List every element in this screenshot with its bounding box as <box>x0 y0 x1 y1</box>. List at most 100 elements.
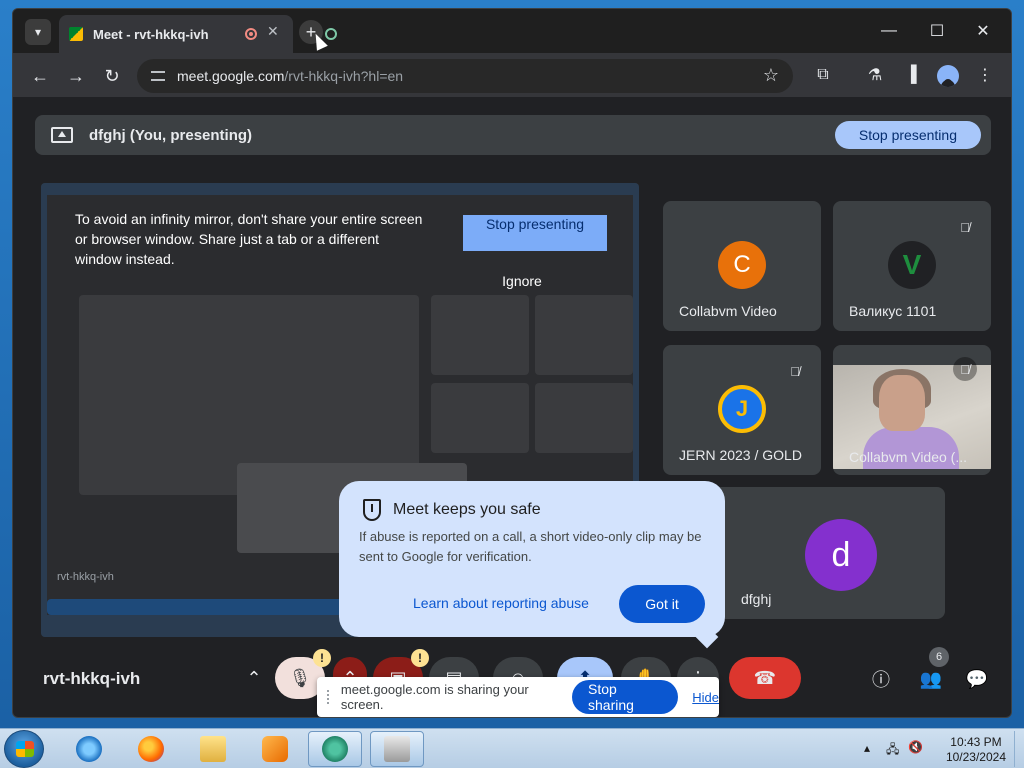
presenting-banner: dfghj (You, presenting) Stop presenting <box>35 115 991 155</box>
safety-popup-title: Meet keeps you safe <box>393 501 541 518</box>
people-icon[interactable]: 👥 <box>917 665 945 693</box>
tab-strip: ▾ Meet - rvt-hkkq-ivh ✕ + — ☐ ✕ <box>13 9 1011 53</box>
participant-name: dfghj <box>741 591 772 607</box>
url-path: /rvt-hkkq-ivh?hl=en <box>284 68 404 84</box>
presenter-label: dfghj (You, presenting) <box>89 126 253 144</box>
site-info-icon[interactable] <box>151 71 165 81</box>
infinity-mirror-warning: To avoid an infinity mirror, don't share… <box>75 211 423 267</box>
labs-flask-icon[interactable]: ⚗ <box>863 63 887 87</box>
forward-button[interactable]: → <box>63 63 89 89</box>
people-count-badge: 6 <box>929 647 949 667</box>
start-button[interactable] <box>4 730 44 768</box>
windows-taskbar: ▴ 🖧 🔇 10:43 PM 10/23/2024 <box>0 728 1024 768</box>
maximize-button[interactable]: ☐ <box>917 17 957 45</box>
leave-call-button[interactable]: ☎ <box>729 657 801 699</box>
taskbar-internet-explorer[interactable] <box>62 731 116 767</box>
bookmark-star-icon[interactable]: ☆ <box>763 65 779 86</box>
ghost-tile <box>431 295 529 375</box>
back-button[interactable]: ← <box>27 63 53 89</box>
tab-meet[interactable]: Meet - rvt-hkkq-ivh ✕ <box>59 15 293 53</box>
learn-reporting-link[interactable]: Learn about reporting abuse <box>413 595 589 611</box>
warning-icon: ! <box>313 649 331 667</box>
tray-expand-icon[interactable]: ▴ <box>864 741 870 755</box>
warning-icon: ! <box>411 649 429 667</box>
chat-icon[interactable]: 💬 <box>963 665 991 693</box>
close-window-button[interactable]: ✕ <box>963 17 1003 45</box>
browser-window: ▾ Meet - rvt-hkkq-ivh ✕ + — ☐ ✕ ← → ↻ me… <box>12 8 1012 718</box>
participant-tile[interactable]: C Collabvm Video <box>663 201 821 331</box>
safety-popup-body: If abuse is reported on a call, a short … <box>359 529 702 564</box>
recording-indicator-icon <box>245 28 257 40</box>
network-icon[interactable]: 🖧 <box>886 740 899 761</box>
taskbar-explorer[interactable] <box>186 731 240 767</box>
avatar: V <box>888 241 936 289</box>
hide-notification-link[interactable]: Hide <box>692 690 719 705</box>
taskbar-firefox[interactable] <box>124 731 178 767</box>
address-bar[interactable]: meet.google.com /rvt-hkkq-ivh?hl=en ☆ <box>137 59 793 93</box>
shield-icon <box>363 499 381 521</box>
mirror-stop-presenting-button[interactable]: Stop presenting <box>463 215 607 251</box>
meet-page: dfghj (You, presenting) Stop presenting … <box>19 97 1007 717</box>
screen-sharing-notification: meet.google.com is sharing your screen. … <box>317 677 719 717</box>
avatar: C <box>718 241 766 289</box>
show-desktop-button[interactable] <box>1014 731 1024 767</box>
taskbar-chrome[interactable] <box>308 731 362 767</box>
extensions-puzzle-icon[interactable]: ⧉ <box>811 63 835 87</box>
volume-muted-icon[interactable]: 🔇 <box>908 740 923 754</box>
mic-muted-icon: 🎙̸ <box>790 363 800 379</box>
url-host: meet.google.com <box>177 68 285 84</box>
folder-icon <box>200 736 226 762</box>
participant-name: Collabvm Video (... <box>849 449 968 465</box>
tab-search-button[interactable]: ▾ <box>25 19 51 45</box>
mirror-ignore-button[interactable]: Ignore <box>467 273 577 289</box>
sharing-status-text: meet.google.com is sharing your screen. <box>340 682 529 712</box>
minimize-button[interactable]: — <box>869 17 909 45</box>
system-tray: ▴ 🖧 🔇 10:43 PM 10/23/2024 <box>864 731 1024 767</box>
stop-sharing-button[interactable]: Stop sharing <box>572 680 679 714</box>
present-screen-icon <box>51 127 73 143</box>
participant-video-tile[interactable]: 🎙̸ Collabvm Video (... <box>833 345 991 475</box>
ghost-tile <box>535 383 633 453</box>
tab-title: Meet - rvt-hkkq-ivh <box>93 26 209 42</box>
mic-muted-icon: 🎙̸ <box>960 219 970 235</box>
got-it-button[interactable]: Got it <box>619 585 705 623</box>
participant-name: Collabvm Video <box>679 303 777 319</box>
participant-name: JERN 2023 / GOLD <box>679 447 802 463</box>
clock-time: 10:43 PM <box>950 735 1002 749</box>
loading-spinner-icon <box>325 28 337 40</box>
video-person-face <box>879 375 925 431</box>
stop-presenting-button[interactable]: Stop presenting <box>834 121 981 149</box>
browser-icon <box>322 736 348 762</box>
meet-favicon-icon <box>69 27 83 41</box>
internet-explorer-icon <box>76 736 102 762</box>
participant-name: Валикус 1101 <box>849 303 937 319</box>
toolbar: ← → ↻ meet.google.com /rvt-hkkq-ivh?hl=e… <box>13 53 1011 97</box>
avatar: J <box>718 385 766 433</box>
avatar: d <box>805 519 877 591</box>
side-panel-icon[interactable]: ▐ <box>899 63 923 87</box>
taskbar-window[interactable] <box>370 731 424 767</box>
app-window-icon <box>384 736 410 762</box>
media-player-icon <box>262 736 288 762</box>
meeting-code: rvt-hkkq-ivh <box>43 669 141 688</box>
clock[interactable]: 10:43 PM 10/23/2024 <box>946 735 1006 765</box>
mic-muted-icon: 🎙̸ <box>953 357 977 381</box>
meeting-details-info-icon[interactable]: ⓘ <box>867 665 895 693</box>
reload-button[interactable]: ↻ <box>99 63 125 89</box>
menu-kebab-icon[interactable]: ⋮ <box>973 63 997 87</box>
clock-date: 10/23/2024 <box>945 750 1006 764</box>
mirror-meeting-code: rvt-hkkq-ivh <box>57 571 114 583</box>
tab-close-icon[interactable]: ✕ <box>267 23 279 40</box>
firefox-icon <box>138 736 164 762</box>
ghost-tile <box>431 383 529 453</box>
safety-popup: Meet keeps you safe If abuse is reported… <box>339 481 725 637</box>
taskbar-media-player[interactable] <box>248 731 302 767</box>
audio-options-chevron-icon[interactable]: ⌃ <box>237 657 271 699</box>
ghost-tile <box>535 295 633 375</box>
profile-avatar-icon[interactable] <box>937 65 959 87</box>
participant-tile-self[interactable]: d dfghj <box>709 487 945 619</box>
participant-tile[interactable]: 🎙̸ V Валикус 1101 <box>833 201 991 331</box>
drag-handle-icon[interactable] <box>327 690 331 704</box>
desktop: ▾ Meet - rvt-hkkq-ivh ✕ + — ☐ ✕ ← → ↻ me… <box>0 0 1024 768</box>
participant-tile[interactable]: 🎙̸ J JERN 2023 / GOLD <box>663 345 821 475</box>
